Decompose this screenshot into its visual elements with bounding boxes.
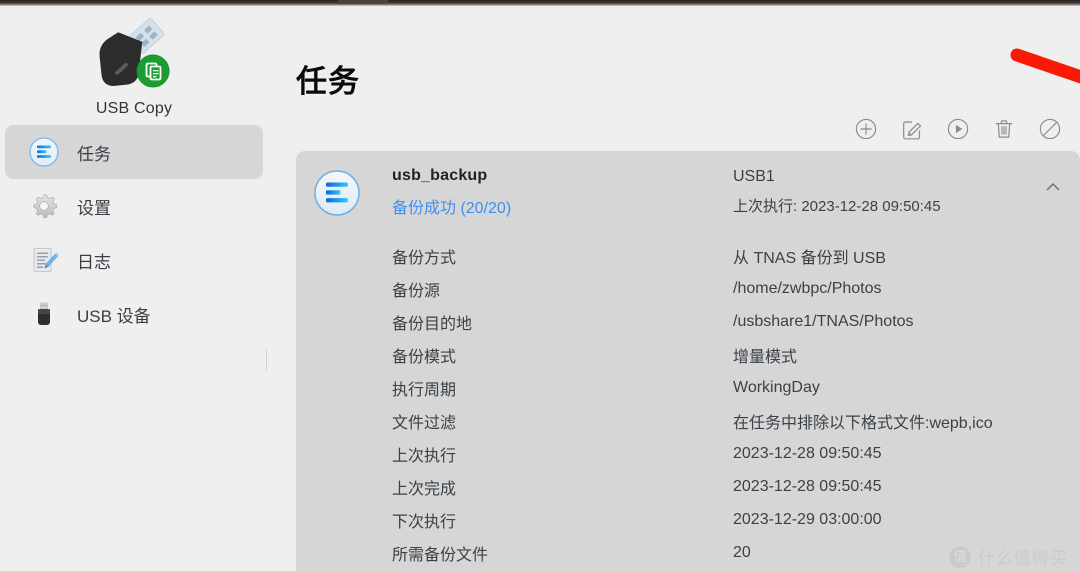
sidebar-item-label: 设置 bbox=[77, 198, 111, 218]
task-detail-row: 备份模式 增量模式 bbox=[296, 338, 1080, 371]
detail-label: 下次执行 bbox=[392, 513, 457, 531]
detail-value: 增量模式 bbox=[733, 348, 798, 366]
run-task-button[interactable] bbox=[945, 116, 971, 142]
task-device: USB1 bbox=[733, 168, 775, 185]
task-detail-row: 文件过滤 在任务中排除以下格式文件:wepb,ico bbox=[296, 404, 1080, 437]
detail-value: 2023-12-28 09:50:45 bbox=[733, 477, 882, 495]
log-edit-icon bbox=[27, 243, 61, 277]
task-card-header: usb_backup 备份成功 (20/20) USB1 上次执行: 2023-… bbox=[296, 151, 1080, 224]
sidebar-item-label: 日志 bbox=[77, 252, 111, 272]
sidebar-item-settings[interactable]: 设置 bbox=[5, 179, 263, 233]
sidebar-item-label: USB 设备 bbox=[77, 306, 151, 326]
app-title: USB Copy bbox=[95, 100, 173, 117]
detail-value: 2023-12-29 03:00:00 bbox=[733, 510, 882, 528]
task-detail-row: 备份源 /home/zwbpc/Photos bbox=[296, 272, 1080, 305]
detail-value: 20 bbox=[733, 543, 751, 561]
usb-drive-icon bbox=[27, 297, 61, 331]
collapse-task-button[interactable] bbox=[1040, 174, 1066, 200]
chevron-up-icon bbox=[1046, 183, 1060, 191]
trash-icon bbox=[995, 120, 1013, 138]
task-detail-row: 执行周期 WorkingDay bbox=[296, 371, 1080, 404]
task-detail-row: 备份方式 从 TNAS 备份到 USB bbox=[296, 239, 1080, 272]
sidebar: USB Copy 任务 设置 日志 USB 设备 bbox=[0, 6, 273, 571]
detail-value: 在任务中排除以下格式文件:wepb,ico bbox=[733, 414, 993, 432]
detail-value: /usbshare1/TNAS/Photos bbox=[733, 312, 914, 330]
main-content: 任务 usb_backup 备份成功 (20/20) USB1 上次执行: 20… bbox=[268, 6, 1080, 571]
detail-value: WorkingDay bbox=[733, 378, 820, 396]
detail-label: 上次执行 bbox=[392, 447, 457, 465]
window-edge-nub bbox=[338, 0, 388, 4]
page-title: 任务 bbox=[296, 64, 360, 99]
task-list-icon bbox=[27, 135, 61, 169]
disable-task-button[interactable] bbox=[1037, 116, 1063, 142]
gear-icon bbox=[27, 189, 61, 223]
detail-value: /home/zwbpc/Photos bbox=[733, 279, 882, 297]
task-status-badge: 备份成功 (20/20) bbox=[392, 200, 512, 217]
task-toolbar bbox=[853, 116, 1063, 142]
detail-label: 文件过滤 bbox=[392, 414, 457, 432]
watermark-text: 什么值得买 bbox=[978, 549, 1068, 568]
task-name: usb_backup bbox=[392, 167, 488, 184]
watermark: 值 什么值得买 bbox=[949, 544, 1068, 569]
delete-task-button[interactable] bbox=[991, 116, 1017, 142]
sidebar-item-usb-devices[interactable]: USB 设备 bbox=[5, 287, 263, 341]
detail-value: 2023-12-28 09:50:45 bbox=[733, 444, 882, 462]
detail-label: 上次完成 bbox=[392, 480, 457, 498]
sidebar-item-label: 任务 bbox=[77, 144, 111, 164]
detail-label: 备份方式 bbox=[392, 249, 457, 267]
detail-value: 从 TNAS 备份到 USB bbox=[733, 249, 886, 267]
sidebar-nav: 任务 设置 日志 USB 设备 bbox=[5, 125, 263, 341]
watermark-logo-icon: 值 bbox=[949, 545, 971, 568]
detail-label: 备份源 bbox=[392, 282, 441, 300]
task-card[interactable]: usb_backup 备份成功 (20/20) USB1 上次执行: 2023-… bbox=[296, 151, 1080, 571]
sidebar-item-logs[interactable]: 日志 bbox=[5, 233, 263, 287]
add-task-button[interactable] bbox=[853, 116, 879, 142]
task-detail-row: 上次完成 2023-12-28 09:50:45 bbox=[296, 470, 1080, 503]
detail-label: 所需备份文件 bbox=[392, 546, 489, 564]
detail-label: 备份模式 bbox=[392, 348, 457, 366]
usb-copy-window: USB Copy 任务 设置 日志 USB 设备 任务 usb_backup 备… bbox=[0, 0, 1080, 571]
detail-label: 备份目的地 bbox=[392, 315, 473, 333]
task-last-run: 上次执行: 2023-12-28 09:50:45 bbox=[733, 198, 941, 215]
edit-task-button[interactable] bbox=[899, 116, 925, 142]
ban-circle-icon bbox=[1039, 118, 1061, 140]
plus-circle-icon bbox=[855, 118, 877, 140]
app-branding: USB Copy bbox=[0, 14, 268, 118]
task-detail-list: 备份方式 从 TNAS 备份到 USB 备份源 /home/zwbpc/Phot… bbox=[296, 239, 1080, 571]
pencil-square-icon bbox=[903, 121, 922, 140]
task-list-icon bbox=[313, 169, 361, 217]
sidebar-item-tasks[interactable]: 任务 bbox=[5, 125, 263, 179]
task-detail-row: 备份目的地 /usbshare1/TNAS/Photos bbox=[296, 305, 1080, 338]
play-circle-icon bbox=[947, 118, 969, 140]
task-detail-row: 下次执行 2023-12-29 03:00:00 bbox=[296, 503, 1080, 536]
usb-copy-logo-icon bbox=[99, 17, 170, 88]
task-detail-row: 上次执行 2023-12-28 09:50:45 bbox=[296, 437, 1080, 470]
detail-label: 执行周期 bbox=[392, 381, 457, 399]
